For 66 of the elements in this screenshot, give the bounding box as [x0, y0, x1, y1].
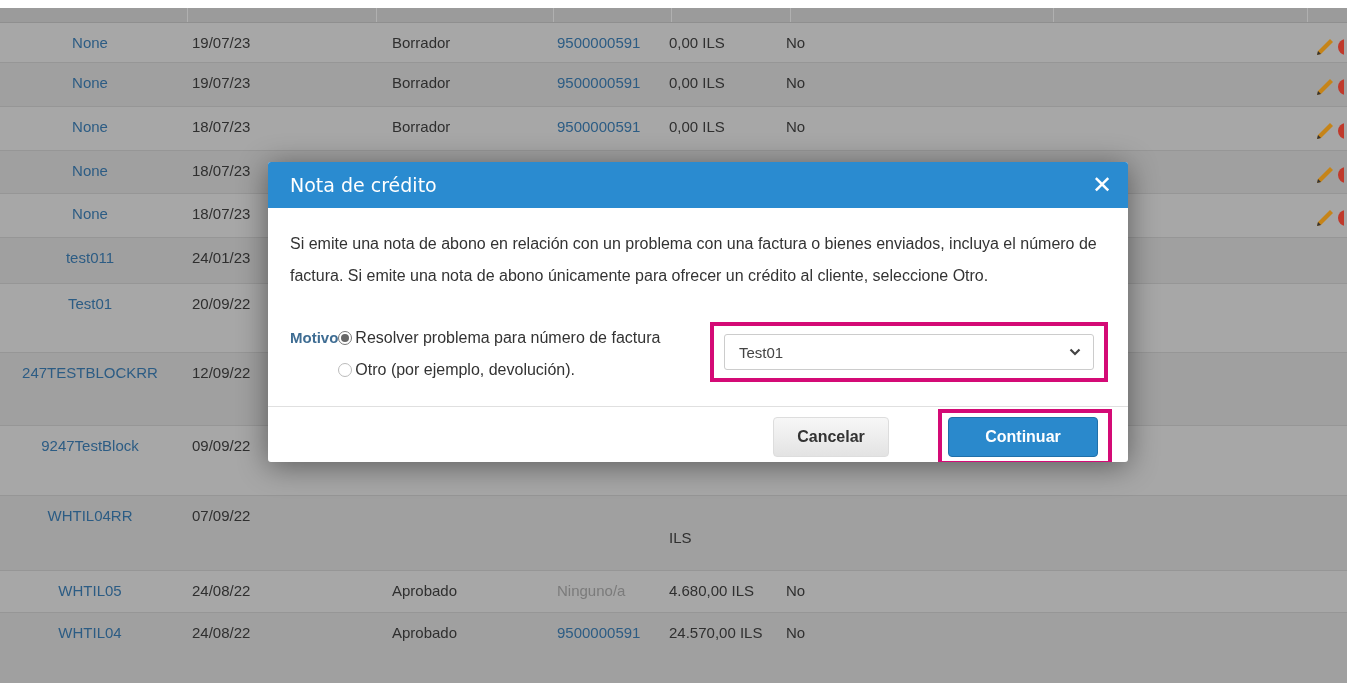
option-label[interactable]: Otro (por ejemplo, devolución).: [355, 354, 575, 386]
date-text: 18/07/23: [192, 117, 251, 137]
reference-link[interactable]: None: [72, 72, 108, 94]
amount-text: 0,00 ILS: [669, 117, 725, 137]
status-text: Aprobado: [392, 581, 458, 601]
document-link[interactable]: 9500000591: [557, 72, 641, 94]
pencil-icon[interactable]: [1315, 77, 1335, 97]
delete-icon[interactable]: [1337, 121, 1344, 141]
document-link[interactable]: 9500000591: [557, 32, 641, 54]
cancel-button[interactable]: Cancelar: [773, 416, 889, 457]
reference-link[interactable]: None: [72, 32, 108, 54]
amount-text: ILS: [669, 528, 692, 548]
reason-label: Motivo: [290, 328, 339, 348]
delete-icon[interactable]: [1337, 208, 1344, 228]
pencil-icon[interactable]: [1315, 165, 1335, 185]
status-text: Borrador: [392, 73, 451, 93]
pencil-icon[interactable]: [1315, 121, 1335, 141]
document-link[interactable]: 9500000591: [557, 116, 641, 138]
date-text: 19/07/23: [192, 33, 251, 53]
date-text: 09/09/22: [192, 436, 251, 456]
flag-text: No: [786, 33, 806, 53]
chevron-down-icon: [1069, 348, 1081, 356]
reference-link[interactable]: WHTIL05: [58, 580, 122, 602]
continue-button[interactable]: Continuar: [948, 416, 1098, 457]
amount-text: 0,00 ILS: [669, 33, 725, 53]
dialog-title: Nota de crédito: [290, 174, 437, 196]
reference-link[interactable]: None: [72, 116, 108, 138]
reference-link[interactable]: WHTIL04: [58, 622, 122, 644]
pencil-icon[interactable]: [1315, 208, 1335, 228]
date-text: 07/09/22: [192, 506, 251, 526]
pencil-icon[interactable]: [1315, 37, 1335, 57]
status-text: Aprobado: [392, 623, 458, 643]
reference-link[interactable]: 9247TestBlock: [41, 435, 139, 457]
reference-link[interactable]: None: [72, 203, 108, 225]
delete-icon[interactable]: [1337, 77, 1344, 97]
amount-text: 24.570,00 ILS: [669, 623, 763, 643]
delete-icon[interactable]: [1337, 165, 1344, 185]
radio-button[interactable]: [338, 363, 353, 377]
date-text: 12/09/22: [192, 363, 251, 383]
flag-text: No: [786, 117, 806, 137]
reference-link[interactable]: None: [72, 160, 108, 182]
status-text: Borrador: [392, 33, 451, 53]
flag-text: No: [786, 581, 806, 601]
dialog-message: Si emite una nota de abono en relación con un problema con una factura o bienes enviados, incluya el número de factura. Si emite una nota de abono únicamente para ofrecer un crédito al cliente, seleccione Otro.: [290, 234, 1098, 286]
date-text: 18/07/23: [192, 204, 251, 224]
date-text: 24/08/22: [192, 623, 251, 643]
flag-text: No: [786, 73, 806, 93]
delete-icon[interactable]: [1337, 37, 1344, 57]
date-text: 20/09/22: [192, 294, 251, 314]
document-link[interactable]: 9500000591: [557, 622, 641, 644]
date-text: 19/07/23: [192, 73, 251, 93]
reference-link[interactable]: test011: [65, 247, 115, 269]
date-text: 24/08/22: [192, 581, 251, 601]
close-button[interactable]: ✕: [1091, 173, 1112, 197]
option-label[interactable]: Resolver problema para número de factura: [355, 322, 661, 354]
date-text: 18/07/23: [192, 161, 251, 181]
date-text: 24/01/23: [192, 248, 251, 268]
invoice-select[interactable]: Test01: [724, 334, 1094, 370]
reference-link[interactable]: 247TESTBLOCKRR: [22, 362, 158, 384]
status-text: Borrador: [392, 117, 451, 137]
amount-text: 4.680,00 ILS: [669, 581, 755, 601]
reference-link[interactable]: WHTIL04RR: [47, 505, 133, 527]
reference-link[interactable]: Test01: [67, 293, 113, 315]
radio-button[interactable]: [338, 331, 353, 345]
amount-text: 0,00 ILS: [669, 73, 725, 93]
flag-text: No: [786, 623, 806, 643]
